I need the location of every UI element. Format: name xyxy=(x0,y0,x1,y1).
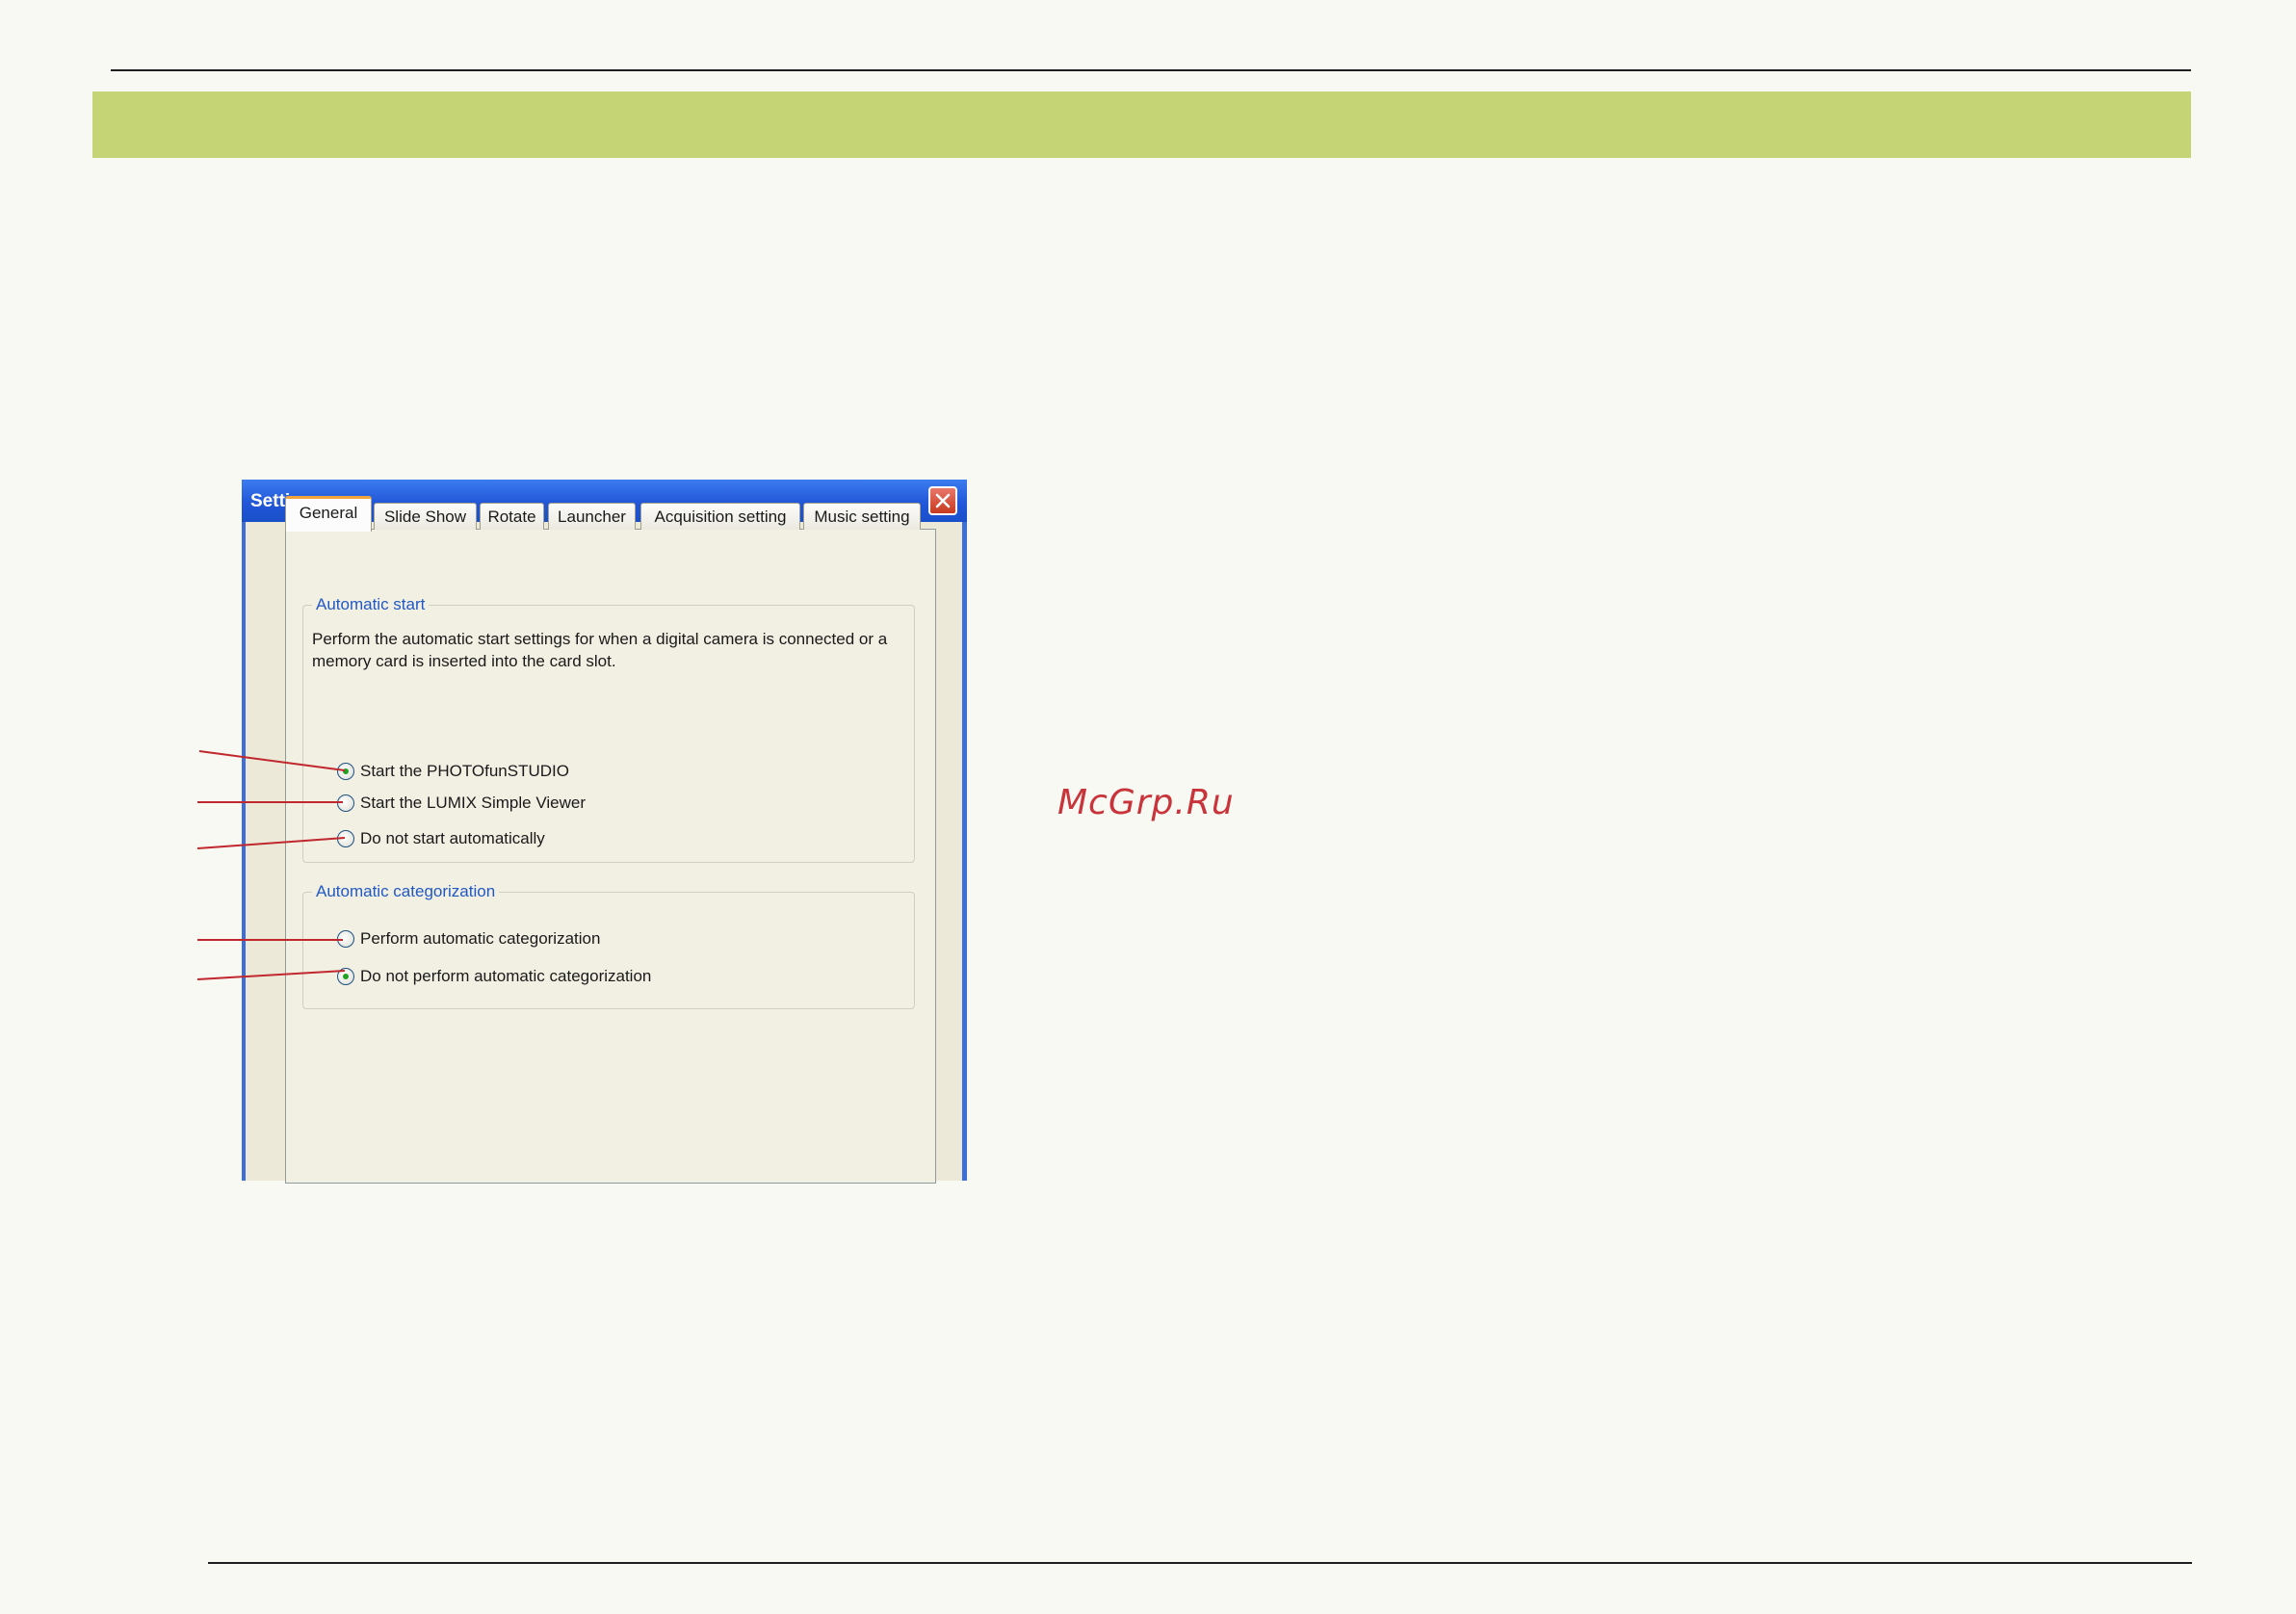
header-band xyxy=(92,91,2191,158)
radio-button[interactable] xyxy=(337,830,354,847)
automatic-start-legend: Automatic start xyxy=(312,595,430,614)
radio-label: Start the PHOTOfunSTUDIO xyxy=(360,762,569,780)
radio-label: Do not start automatically xyxy=(360,829,545,847)
tab-general[interactable]: General xyxy=(285,496,372,532)
automatic-start-description: Perform the automatic start settings for… xyxy=(312,630,888,670)
tab-launcher[interactable]: Launcher xyxy=(548,503,636,530)
radio-button[interactable] xyxy=(337,930,354,948)
radio-label: Start the LUMIX Simple Viewer xyxy=(360,794,586,812)
tab-acquisition-setting[interactable]: Acquisition setting xyxy=(640,503,800,530)
tab-music-setting[interactable]: Music setting xyxy=(803,503,921,530)
automatic-categorization-legend: Automatic categorization xyxy=(312,882,500,901)
watermark: McGrp.Ru xyxy=(1057,783,1235,822)
radio-selected-dot xyxy=(343,974,349,979)
automatic-categorization-group xyxy=(302,892,915,1009)
top-rule xyxy=(111,69,2191,71)
tab-rotate[interactable]: Rotate xyxy=(480,503,544,530)
radio-label: Do not perform automatic categorization xyxy=(360,967,652,985)
radio-selected-dot xyxy=(343,768,349,774)
tab-slide-show[interactable]: Slide Show xyxy=(374,503,477,530)
radio-label: Perform automatic categorization xyxy=(360,929,601,948)
radio-button[interactable] xyxy=(337,794,354,812)
close-button[interactable] xyxy=(928,486,957,515)
radio-button[interactable] xyxy=(337,968,354,985)
bottom-rule xyxy=(208,1562,2192,1564)
close-icon xyxy=(935,493,951,508)
radio-button[interactable] xyxy=(337,763,354,780)
